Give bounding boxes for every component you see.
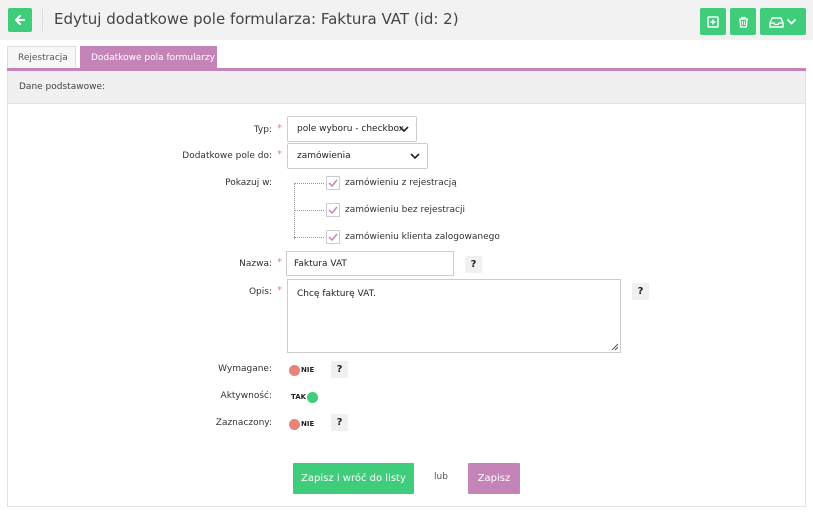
divider	[42, 9, 43, 31]
add-square-icon	[707, 15, 719, 28]
name-input-value: Faktura VAT	[294, 258, 347, 269]
checked-label: Zaznaczony:	[215, 418, 272, 428]
description-textarea[interactable]: Chcę fakturę VAT.	[287, 279, 621, 353]
field-for-select-value: zamówienia	[297, 151, 351, 161]
delete-button[interactable]	[730, 8, 756, 35]
toggle-state: TAK	[291, 393, 307, 401]
required-mark: *	[277, 123, 282, 134]
tab-label: Dodatkowe pola formularzy	[91, 52, 215, 63]
name-input[interactable]: Faktura VAT	[286, 251, 454, 276]
required-toggle[interactable]: NIE	[289, 364, 314, 376]
check-icon	[328, 206, 338, 214]
arrow-left-icon	[15, 15, 25, 25]
description-label: Opis:	[248, 287, 272, 297]
name-label: Nazwa:	[239, 259, 272, 269]
type-select-value: pole wyboru - checkbox	[297, 124, 405, 134]
active-toggle[interactable]: TAK	[291, 391, 319, 403]
save-button[interactable]: Zapisz	[468, 463, 520, 494]
toggle-knob	[289, 364, 300, 376]
show-in-checkbox-1[interactable]	[326, 176, 340, 190]
check-icon	[328, 179, 338, 187]
show-in-option-label: zamówieniu klienta zalogowanego	[345, 232, 500, 242]
check-icon	[328, 233, 338, 241]
tree-branch	[294, 210, 324, 211]
required-mark: *	[277, 149, 282, 160]
show-in-option-label: zamówieniu z rejestracją	[345, 178, 457, 188]
description-value: Chcę fakturę VAT.	[297, 289, 376, 299]
chevron-down-icon	[399, 126, 409, 133]
help-icon: ?	[336, 417, 343, 428]
help-icon: ?	[637, 286, 644, 297]
checked-help-button[interactable]: ?	[331, 414, 348, 431]
field-for-label: Dodatkowe pole do:	[182, 151, 272, 161]
required-mark: *	[277, 285, 282, 296]
tab-additional-fields[interactable]: Dodatkowe pola formularzy	[80, 46, 217, 68]
tree-branch	[294, 183, 324, 184]
required-help-button[interactable]: ?	[331, 361, 348, 378]
required-mark: *	[277, 257, 282, 268]
trash-icon	[738, 16, 748, 28]
help-icon: ?	[470, 259, 477, 270]
section-title: Dane podstawowe:	[8, 71, 805, 104]
page-title: Edytuj dodatkowe pole formularza: Faktur…	[54, 10, 459, 28]
more-actions-dropdown[interactable]	[760, 8, 806, 35]
save-and-return-button[interactable]: Zapisz i wróć do listy	[293, 463, 414, 494]
tab-registration[interactable]: Rejestracja	[7, 46, 76, 68]
tab-label: Rejestracja	[18, 52, 68, 63]
show-in-checkbox-2[interactable]	[326, 203, 340, 217]
show-in-option-label: zamówieniu bez rejestracji	[345, 205, 465, 215]
toggle-knob	[289, 418, 300, 430]
field-for-select[interactable]: zamówienia	[287, 143, 428, 169]
top-bar: Edytuj dodatkowe pole formularza: Faktur…	[0, 0, 813, 40]
show-in-label: Pokazuj w:	[225, 178, 272, 188]
toggle-knob	[307, 391, 319, 403]
help-icon: ?	[336, 364, 343, 375]
chevron-down-icon	[410, 153, 420, 160]
back-button[interactable]	[8, 8, 32, 32]
toggle-state: NIE	[301, 366, 315, 374]
type-select[interactable]: pole wyboru - checkbox	[287, 116, 417, 142]
checked-toggle[interactable]: NIE	[289, 418, 314, 430]
type-label: Typ:	[253, 125, 272, 135]
active-label: Aktywność:	[220, 391, 272, 401]
required-label: Wymagane:	[218, 364, 272, 374]
name-help-button[interactable]: ?	[465, 256, 482, 273]
tree-connector	[294, 183, 295, 239]
or-text: lub	[434, 472, 448, 482]
show-in-checkbox-3[interactable]	[326, 230, 340, 244]
toggle-state: NIE	[301, 420, 315, 428]
resize-handle-icon[interactable]	[611, 343, 619, 351]
description-help-button[interactable]: ?	[632, 283, 649, 300]
add-button[interactable]	[700, 8, 726, 35]
tree-branch	[294, 237, 324, 238]
inbox-dropdown-icon	[769, 16, 796, 28]
